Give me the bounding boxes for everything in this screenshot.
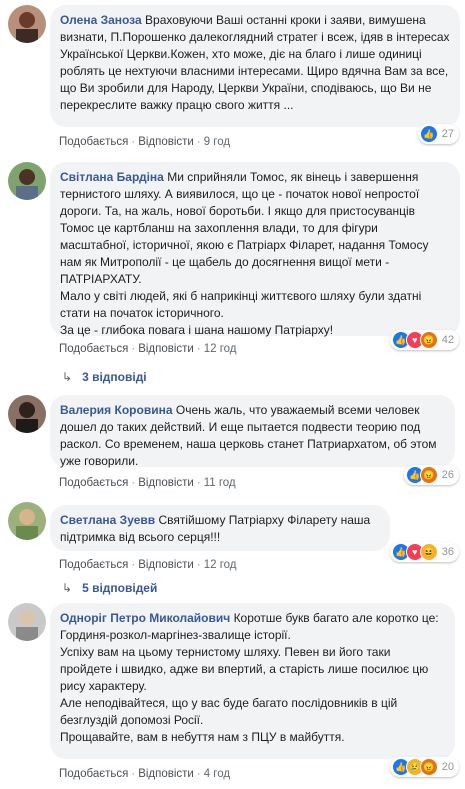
comment-bubble: Світлана Бардіна Ми сприйняли Томос, як … [50,162,460,337]
author-name[interactable]: Олена Заноза [60,13,142,27]
haha-icon: 😆 [419,543,438,561]
comment-actions: Подобається · Відповісти · 12 год [59,343,237,355]
reaction-summary[interactable]: 👍 ♥ 😆 36 [389,542,459,562]
reply-button[interactable]: Відповісти [138,343,194,355]
avatar[interactable] [8,5,46,43]
reaction-summary[interactable]: 👍 😠 26 [403,465,459,485]
author-name[interactable]: Світлана Бардіна [60,170,164,184]
reply-arrow-icon: ↳ [62,581,73,595]
comment-actions: Подобається · Відповісти · 4 год [59,768,231,780]
reaction-summary[interactable]: 👍 27 [417,124,459,144]
avatar[interactable] [8,395,46,433]
comment-bubble: Олена Заноза Враховуючи Ваші останні кро… [50,5,460,127]
like-button[interactable]: Подобається [59,559,128,571]
timestamp[interactable]: 12 год [204,559,237,571]
author-name[interactable]: Светлана Зуевв [60,513,155,527]
avatar[interactable] [8,502,46,540]
timestamp[interactable]: 9 год [204,136,230,148]
reaction-count: 26 [441,469,454,481]
reaction-count: 20 [441,761,454,773]
author-name[interactable]: Валерия Коровина [60,403,173,417]
view-replies-link[interactable]: ↳ 3 відповіді [62,370,147,384]
comment-bubble: Валерия Коровина Очень жаль, что уважаем… [50,395,455,468]
like-button[interactable]: Подобається [59,477,128,489]
reply-button[interactable]: Відповісти [138,477,194,489]
reply-arrow-icon: ↳ [62,370,73,384]
reply-button[interactable]: Відповісти [138,768,194,780]
timestamp[interactable]: 12 год [204,343,237,355]
like-button[interactable]: Подобається [59,136,128,148]
angry-icon: 😠 [419,758,438,776]
comment-text: Коротше букв багато але коротко це: Горд… [60,611,439,744]
avatar[interactable] [8,603,46,641]
comment-actions: Подобається · Відповісти · 12 год [59,559,237,571]
comment-bubble: Одноріг Петро Миколайович Коротше букв б… [50,603,455,759]
angry-icon: 😠 [419,466,438,484]
view-replies-link[interactable]: ↳ 5 відповідей [62,581,157,595]
reply-button[interactable]: Відповісти [138,136,194,148]
comment-actions: Подобається · Відповісти · 11 год [59,477,236,489]
reaction-count: 27 [441,128,454,140]
reply-button[interactable]: Відповісти [138,559,194,571]
reaction-count: 36 [441,546,454,558]
comment-text: Ми сприйняли Томос, як вінець і завершен… [60,170,429,337]
reaction-count: 42 [441,334,454,346]
timestamp[interactable]: 4 год [204,768,230,780]
like-button[interactable]: Подобається [59,768,128,780]
like-button[interactable]: Подобається [59,343,128,355]
author-name[interactable]: Одноріг Петро Миколайович [60,611,230,625]
angry-icon: 😠 [419,331,438,349]
timestamp[interactable]: 11 год [204,477,236,489]
like-icon: 👍 [419,125,438,143]
reaction-summary[interactable]: 👍 😢 😠 20 [389,757,459,777]
reaction-summary[interactable]: 👍 ♥ 😠 42 [389,330,459,350]
avatar[interactable] [8,162,46,200]
comment-actions: Подобається · Відповісти · 9 год [59,136,231,148]
comment-bubble: Светлана Зуевв Святійшому Патріарху Філа… [50,505,390,551]
comment-text: Враховуючи Ваші останні кроки і заяви, в… [60,13,450,112]
